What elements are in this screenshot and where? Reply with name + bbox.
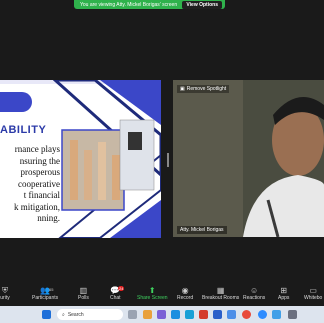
teams-icon[interactable] [157,310,166,319]
polls-label: Polls [78,295,89,301]
share-screen-icon: ⬆ [148,286,156,295]
mail-icon[interactable] [272,310,281,319]
apps-icon: ⊞ [280,286,288,295]
slide-line: rnance plays [14,144,60,154]
view-options-button[interactable]: View Options [182,0,222,9]
participant-name: Atty. Mickel Borigas [177,226,227,234]
whiteboards-label: Whitebo [304,295,323,301]
record-button[interactable]: ◉ Record [177,286,193,301]
file-explorer-icon[interactable] [143,310,152,319]
record-icon: ◉ [181,286,189,295]
photos-icon[interactable] [227,310,236,319]
slide-line: nsuring the [19,155,60,166]
shared-screen: ABILITY rnance plays nsuring the prosper… [0,80,161,238]
search-label: Search [67,311,84,318]
shield-icon: ⛨ [2,285,8,295]
share-screen-button[interactable]: ⬆ Share Screen [137,286,168,301]
smile-icon: ☺ [250,286,259,295]
start-icon[interactable] [42,310,51,319]
slide-line: t financial [23,190,60,200]
whiteboards-button[interactable]: ▭ Whitebo [304,286,322,301]
reactions-label: Reactions [243,295,266,301]
share-screen-label: Share Screen [137,295,168,301]
taskbar-search[interactable]: ⌕ Search [57,309,123,320]
polls-icon: ▥ [79,286,88,295]
banner-text: You are viewing Atty. Mickel Borigas' sc… [80,1,178,8]
breakout-rooms-button[interactable]: ▦ Breakout Rooms [202,286,239,301]
remove-spotlight-label: Remove Spotlight [186,86,227,92]
chrome-icon[interactable] [242,310,251,319]
breakout-label: Breakout Rooms [202,295,240,301]
search-icon: ⌕ [62,311,65,318]
remove-spotlight-button[interactable]: ▣ Remove Spotlight [177,85,230,93]
windows-taskbar: ⌕ Search [0,306,324,323]
task-view-icon[interactable] [128,310,137,319]
apps-button[interactable]: ⊞ Apps [278,286,289,301]
settings-icon[interactable] [288,310,297,319]
chat-badge: 24 [118,286,125,291]
whiteboard-icon: ▭ [309,286,317,295]
breakout-icon: ▦ [216,286,225,295]
apps-label: Apps [278,295,290,301]
polls-button[interactable]: ▥ Polls [78,286,89,301]
view-banner: You are viewing Atty. Mickel Borigas' sc… [74,0,225,9]
chat-label: Chat [110,295,121,301]
office-icon[interactable] [199,310,208,319]
participants-label: Participants [32,295,59,301]
security-button[interactable]: ⛨ urity [0,285,10,302]
meeting-stage: ABILITY rnance plays nsuring the prosper… [0,9,324,286]
reactions-button[interactable]: ☺ Reactions [243,286,265,301]
zoom-icon[interactable] [258,310,267,319]
app-icon[interactable] [185,310,194,319]
participants-count: 65 [49,287,54,292]
participants-button[interactable]: 👥 Participants [32,286,58,301]
slide-line: nning. [37,213,60,223]
speaker-video: ▣ Remove Spotlight Atty. Mickel Borigas [173,80,324,237]
security-label: urity [0,295,10,301]
slide-body: rnance plays nsuring the prosperous coop… [0,144,60,225]
record-label: Record [177,295,194,301]
meeting-toolbar: ⛨ urity 👥 Participants 65 ▥ Polls 💬 Chat 24 … [0,286,324,306]
slide-line: prosperous [20,167,61,177]
slide-heading: ABILITY [0,124,47,136]
edge-icon[interactable] [171,310,180,319]
splitter-handle[interactable] [167,153,169,167]
speaker-image [173,80,324,237]
slide-line: k mitigation, [14,201,60,212]
word-icon[interactable] [213,310,222,319]
spotlight-icon: ▣ [180,86,185,92]
slide-line: cooperative [18,178,60,189]
